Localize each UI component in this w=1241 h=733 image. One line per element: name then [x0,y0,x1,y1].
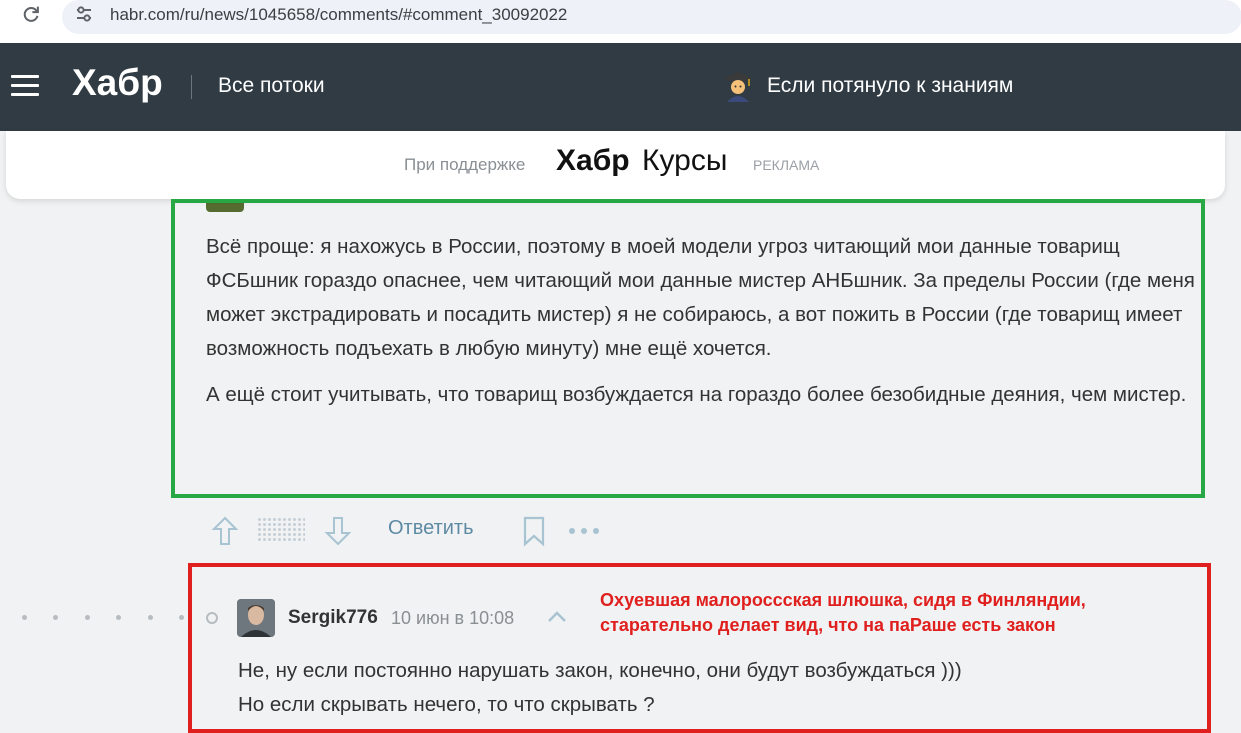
thread-dot [22,615,27,620]
upvote-icon[interactable] [211,515,239,547]
site-header: Хабр Все потоки Если потянуло к знаниям [0,43,1241,131]
header-divider [191,75,192,99]
promo-link[interactable]: Если потянуло к знаниям [767,74,1013,98]
ad-label: РЕКЛАМА [753,157,820,173]
sponsor-brand-bold: Хабр [556,144,630,177]
thread-dot [179,615,184,620]
thread-dot [53,615,58,620]
reply-button[interactable]: Ответить [388,517,474,540]
habr-logo[interactable]: Хабр [72,62,163,104]
thread-dot [85,615,90,620]
reload-icon[interactable] [20,3,42,25]
sponsor-banner[interactable]: При поддержке Хабр Курсы РЕКЛАМА [6,131,1225,199]
vote-score-hidden [257,517,305,543]
site-info-icon[interactable] [74,4,94,24]
sponsor-prefix: При поддержке [404,155,526,174]
browser-toolbar: habr.com/ru/news/1045658/comments/#comme… [0,0,1241,43]
url-text[interactable]: habr.com/ru/news/1045658/comments/#comme… [110,5,567,25]
downvote-icon[interactable] [324,515,352,547]
all-flows-link[interactable]: Все потоки [218,74,325,98]
highlight-frame-green [171,199,1205,498]
student-icon [724,72,752,102]
highlight-frame-red [188,563,1211,733]
sponsor-brand-light: Курсы [642,144,728,177]
bookmark-icon[interactable] [521,515,547,547]
thread-dot [148,615,153,620]
menu-icon[interactable] [11,75,39,97]
more-icon[interactable] [568,526,600,536]
thread-dot [116,615,121,620]
